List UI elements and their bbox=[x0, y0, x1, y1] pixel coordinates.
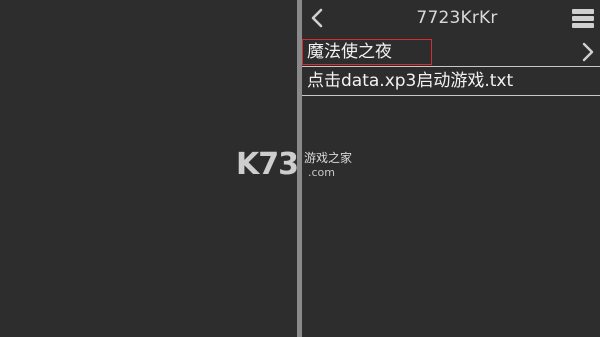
menu-button[interactable] bbox=[572, 7, 594, 29]
list-item-label: 魔法使之夜 bbox=[307, 42, 392, 62]
page-title: 7723KrKr bbox=[416, 8, 498, 28]
app-screen: 7723KrKr 魔法使之夜 点击data.xp3启动游戏.txt K73 游戏… bbox=[0, 0, 600, 337]
file-browser-pane: 7723KrKr 魔法使之夜 点击data.xp3启动游戏.txt bbox=[302, 0, 600, 337]
top-bar: 7723KrKr bbox=[302, 0, 600, 36]
file-list: 魔法使之夜 点击data.xp3启动游戏.txt bbox=[302, 38, 600, 96]
list-item-folder[interactable]: 魔法使之夜 bbox=[302, 38, 600, 67]
chevron-right-icon bbox=[582, 42, 594, 62]
left-pane bbox=[0, 0, 297, 337]
back-button[interactable] bbox=[306, 6, 328, 30]
list-item-label: 点击data.xp3启动游戏.txt bbox=[307, 71, 514, 91]
list-item-file[interactable]: 点击data.xp3启动游戏.txt bbox=[302, 67, 600, 96]
chevron-left-icon bbox=[311, 8, 323, 28]
